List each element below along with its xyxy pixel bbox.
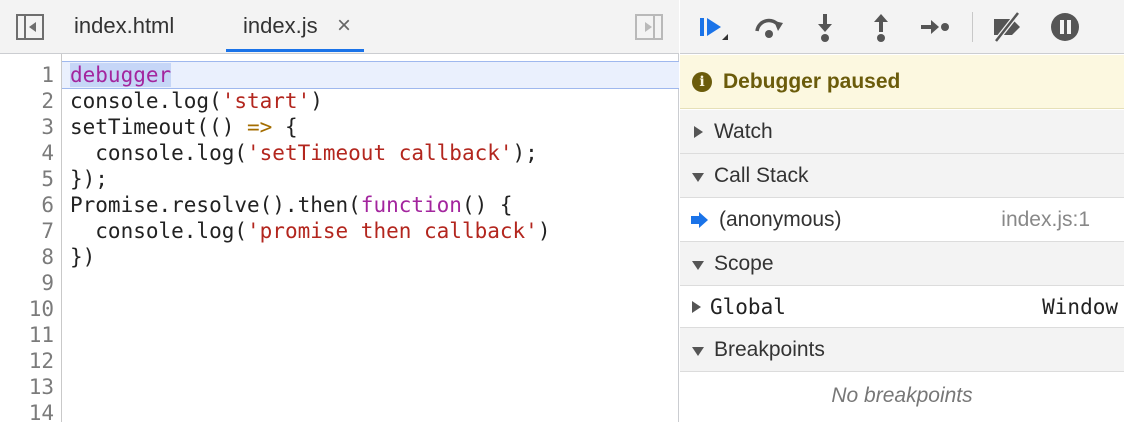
- code-token: console.log(: [70, 89, 222, 113]
- tab-index-html[interactable]: index.html: [74, 0, 174, 54]
- code-text: console.log('start'): [70, 88, 323, 114]
- code-token: ): [310, 89, 323, 113]
- code-token: });: [70, 167, 108, 191]
- watch-section-header[interactable]: Watch: [680, 110, 1124, 154]
- line-number[interactable]: 8: [0, 244, 54, 270]
- scope-section-header[interactable]: Scope: [680, 242, 1124, 286]
- line-number[interactable]: 7: [0, 218, 54, 244]
- line-number[interactable]: 4: [0, 140, 54, 166]
- code-token: ): [537, 219, 551, 243]
- code-token: console.log(: [70, 219, 248, 243]
- code-text: setTimeout(() => {: [70, 114, 298, 140]
- code-line[interactable]: 7 console.log('promise then callback'): [0, 218, 679, 244]
- code-line[interactable]: 13: [0, 374, 679, 400]
- code-line[interactable]: 11: [0, 322, 679, 348]
- code-token: setTimeout((): [70, 115, 248, 139]
- frame-location-link[interactable]: index.js:1: [1001, 198, 1090, 242]
- section-label: Breakpoints: [714, 338, 825, 361]
- arrow-operator: =>: [247, 115, 273, 139]
- collapse-triangle-icon: [692, 173, 704, 182]
- no-breakpoints-message: No breakpoints: [831, 384, 973, 407]
- line-number[interactable]: 13: [0, 374, 54, 400]
- code-line[interactable]: 14: [0, 400, 679, 422]
- line-number[interactable]: 5: [0, 166, 54, 192]
- code-token: );: [512, 141, 538, 165]
- step-out-icon[interactable]: [864, 10, 898, 44]
- code-line[interactable]: 12: [0, 348, 679, 374]
- code-text: debugger: [70, 62, 172, 88]
- code-line[interactable]: 6 Promise.resolve().then(function() {: [0, 192, 679, 218]
- debugger-paused-banner: i Debugger paused: [680, 55, 1124, 109]
- line-number[interactable]: 1: [0, 62, 54, 88]
- current-frame-arrow-icon: [691, 212, 708, 228]
- resume-icon[interactable]: [696, 10, 730, 44]
- code-token: () {: [461, 193, 513, 217]
- string-literal: 'promise then callback': [247, 219, 538, 243]
- global-scope-row[interactable]: Global Window: [680, 286, 1124, 328]
- code-text: }): [70, 244, 95, 270]
- code-line[interactable]: 4 console.log('setTimeout callback');: [0, 140, 679, 166]
- code-token: }): [70, 245, 96, 269]
- source-editor-pane: index.html index.js × 1 debugger 2 console.…: [0, 0, 679, 422]
- expand-triangle-icon: [694, 126, 703, 138]
- collapse-triangle-icon: [692, 261, 704, 270]
- function-keyword: function: [360, 193, 462, 217]
- editor-tab-bar: index.html index.js ×: [0, 0, 679, 54]
- pause-on-exceptions-icon[interactable]: [1048, 10, 1082, 44]
- paused-message: Debugger paused: [723, 70, 901, 93]
- line-number[interactable]: 3: [0, 114, 54, 140]
- code-token: Promise.resolve().then(: [70, 193, 361, 217]
- code-line[interactable]: 10: [0, 296, 679, 322]
- code-token: console.log(: [70, 141, 248, 165]
- debugger-sidebar: i Debugger paused Watch Call Stack (anon…: [680, 0, 1124, 422]
- tab-label: index.html: [74, 13, 175, 38]
- code-line[interactable]: 9: [0, 270, 679, 296]
- debugger-toolbar: [680, 0, 1124, 54]
- line-number[interactable]: 12: [0, 348, 54, 374]
- string-literal: 'setTimeout callback': [247, 141, 513, 165]
- code-line[interactable]: 1 debugger: [0, 62, 679, 88]
- tab-index-js[interactable]: index.js: [226, 0, 364, 54]
- call-frame-row[interactable]: (anonymous) index.js:1: [680, 198, 1124, 242]
- info-icon: i: [692, 72, 712, 92]
- code-line[interactable]: 8}): [0, 244, 679, 270]
- global-scope-name: Global: [710, 295, 786, 319]
- toggle-debugger-sidebar-icon[interactable]: [635, 14, 663, 40]
- section-label: Call Stack: [714, 164, 809, 187]
- frame-function-name: (anonymous): [719, 208, 842, 231]
- breakpoints-section-header[interactable]: Breakpoints: [680, 328, 1124, 372]
- step-over-icon[interactable]: [752, 10, 786, 44]
- code-text: console.log('setTimeout callback');: [70, 140, 538, 166]
- code-text: console.log('promise then callback'): [70, 218, 550, 244]
- breakpoints-empty-state: No breakpoints: [680, 372, 1124, 422]
- section-label: Watch: [714, 120, 773, 143]
- line-number[interactable]: 10: [0, 296, 54, 322]
- line-number[interactable]: 2: [0, 88, 54, 114]
- code-text: });: [70, 166, 108, 192]
- toolbar-separator: [972, 12, 973, 42]
- line-number[interactable]: 14: [0, 400, 54, 422]
- deactivate-breakpoints-icon[interactable]: [990, 10, 1024, 44]
- code-token: {: [272, 115, 298, 139]
- global-scope-value: Window: [1042, 295, 1118, 319]
- line-number[interactable]: 9: [0, 270, 54, 296]
- toggle-navigator-icon[interactable]: [16, 14, 44, 40]
- step-into-icon[interactable]: [808, 10, 842, 44]
- code-line[interactable]: 2 console.log('start'): [0, 88, 679, 114]
- line-number[interactable]: 11: [0, 322, 54, 348]
- collapse-triangle-icon: [692, 347, 704, 356]
- step-icon[interactable]: [918, 10, 952, 44]
- string-literal: 'start': [221, 89, 311, 113]
- debugger-keyword: debugger: [70, 63, 172, 87]
- code-line[interactable]: 5});: [0, 166, 679, 192]
- tab-label: index.js: [243, 13, 318, 38]
- line-number[interactable]: 6: [0, 192, 54, 218]
- code-editor[interactable]: 1 debugger 2 console.log('start') 3 setTimeou…: [0, 54, 679, 422]
- code-line[interactable]: 3 setTimeout(() => {: [0, 114, 679, 140]
- section-label: Scope: [714, 252, 774, 275]
- call-stack-section-header[interactable]: Call Stack: [680, 154, 1124, 198]
- close-tab-icon[interactable]: ×: [337, 0, 351, 52]
- code-text: Promise.resolve().then(function() {: [70, 192, 513, 218]
- expand-triangle-icon: [692, 301, 701, 313]
